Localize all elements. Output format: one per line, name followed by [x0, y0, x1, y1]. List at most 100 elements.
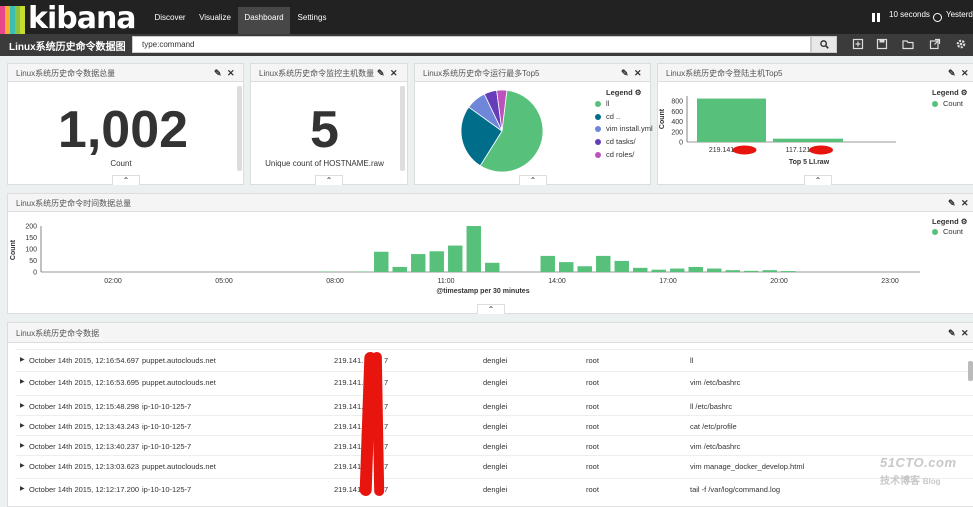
- refresh-interval[interactable]: 10 seconds: [889, 10, 930, 19]
- table-row[interactable]: ▶October 14th 2015, 12:16:54.697puppet.a…: [16, 349, 973, 371]
- new-dashboard-icon[interactable]: [852, 38, 864, 50]
- bar[interactable]: [596, 256, 610, 272]
- bar[interactable]: [633, 268, 647, 272]
- search-input[interactable]: [132, 36, 811, 53]
- panel-header[interactable]: Linux系统历史命令时间数据总量 ✎ ✕: [8, 194, 973, 212]
- expand-caret-icon[interactable]: ▶: [20, 378, 25, 385]
- bar[interactable]: [726, 270, 740, 272]
- bar[interactable]: [652, 270, 666, 272]
- legend-item[interactable]: cd roles/: [595, 150, 634, 159]
- table-row[interactable]: ▶October 14th 2015, 12:13:03.623puppet.a…: [16, 455, 973, 477]
- pause-icon[interactable]: [872, 13, 880, 22]
- bar[interactable]: [578, 266, 592, 272]
- edit-pencil-icon[interactable]: ✎: [948, 68, 956, 79]
- chevron-up-icon[interactable]: ⌃: [519, 175, 547, 185]
- close-icon[interactable]: ✕: [390, 68, 398, 79]
- table-row[interactable]: ▶October 14th 2015, 12:15:48.298ip-10-10…: [16, 395, 973, 417]
- legend-item[interactable]: ll: [595, 99, 609, 108]
- bar[interactable]: [374, 252, 388, 272]
- chevron-up-icon[interactable]: ⌃: [804, 175, 832, 185]
- legend-label: cd ..: [606, 112, 620, 121]
- panel-header[interactable]: Linux系统历史命令登陆主机Top5 ✎ ✕: [658, 64, 973, 82]
- bar[interactable]: [781, 271, 795, 272]
- edit-pencil-icon[interactable]: ✎: [948, 198, 956, 209]
- close-icon[interactable]: ✕: [634, 68, 642, 79]
- expand-caret-icon[interactable]: ▶: [20, 442, 25, 449]
- timeline-bar-chart: 200150100500Count02:0005:0008:0011:0014:…: [8, 214, 938, 299]
- scrollbar[interactable]: [400, 86, 405, 171]
- legend-label: cd roles/: [606, 150, 634, 159]
- x-tick-label: 17:00: [659, 278, 677, 285]
- bar[interactable]: [763, 270, 777, 272]
- bar[interactable]: [670, 269, 684, 272]
- panel-title: Linux系统历史命令数据: [16, 328, 99, 339]
- table-row[interactable]: ▶October 14th 2015, 12:13:40.237ip-10-10…: [16, 435, 973, 457]
- expand-caret-icon[interactable]: ▶: [20, 402, 25, 409]
- cell-user: denglei: [483, 485, 507, 494]
- panel-header[interactable]: Linux系统历史命令监控主机数量 ✎ ✕: [251, 64, 407, 82]
- panel-header[interactable]: Linux系统历史命令运行最多Top5 ✎ ✕: [415, 64, 650, 82]
- cell-ip: 219.141.: [334, 422, 363, 431]
- legend-item[interactable]: Count: [932, 99, 963, 108]
- scrollbar[interactable]: [237, 86, 242, 171]
- panel-header[interactable]: Linux系统历史命令数据总量 ✎ ✕: [8, 64, 243, 82]
- nav-tab-discover[interactable]: Discover: [148, 7, 192, 34]
- legend-item[interactable]: vim install.yml: [595, 124, 653, 133]
- bar[interactable]: [411, 254, 425, 272]
- edit-pencil-icon[interactable]: ✎: [621, 68, 629, 79]
- bar[interactable]: [448, 246, 462, 272]
- expand-caret-icon[interactable]: ▶: [20, 485, 25, 492]
- close-icon[interactable]: ✕: [227, 68, 235, 79]
- chevron-up-icon[interactable]: ⌃: [477, 304, 505, 314]
- bar[interactable]: [773, 139, 843, 142]
- save-icon[interactable]: [876, 38, 888, 50]
- edit-pencil-icon[interactable]: ✎: [377, 68, 385, 79]
- legend-item[interactable]: cd tasks/: [595, 137, 636, 146]
- search-button[interactable]: [811, 36, 837, 53]
- time-range[interactable]: Yesterday: [946, 10, 973, 19]
- table-row[interactable]: ▶October 14th 2015, 12:13:43.243ip-10-10…: [16, 415, 973, 437]
- edit-pencil-icon[interactable]: ✎: [948, 328, 956, 339]
- bar[interactable]: [559, 262, 573, 272]
- clock-icon[interactable]: [933, 13, 942, 22]
- panel-header[interactable]: Linux系统历史命令数据 ✎ ✕: [8, 323, 973, 343]
- bar[interactable]: [430, 251, 444, 272]
- edit-pencil-icon[interactable]: ✎: [214, 68, 222, 79]
- x-tick-label: 23:00: [881, 278, 899, 285]
- bar[interactable]: [541, 256, 555, 272]
- expand-caret-icon[interactable]: ▶: [20, 462, 25, 469]
- close-icon[interactable]: ✕: [961, 328, 969, 339]
- x-tick-label: 02:00: [104, 278, 122, 285]
- legend-label: cd tasks/: [606, 137, 636, 146]
- bar[interactable]: [707, 269, 721, 272]
- scrollbar[interactable]: [968, 361, 973, 381]
- bar[interactable]: [393, 267, 407, 272]
- close-icon[interactable]: ✕: [961, 198, 969, 209]
- bar[interactable]: [697, 99, 766, 142]
- bar[interactable]: [615, 261, 629, 272]
- expand-caret-icon[interactable]: ▶: [20, 422, 25, 429]
- kibana-logo-icon[interactable]: [0, 6, 26, 34]
- bar[interactable]: [744, 271, 758, 272]
- open-folder-icon[interactable]: [902, 38, 914, 50]
- cell-login-user: root: [586, 442, 599, 451]
- expand-caret-icon[interactable]: ▶: [20, 356, 25, 363]
- bar[interactable]: [485, 263, 499, 272]
- share-icon[interactable]: [929, 38, 941, 50]
- kibana-logo-text[interactable]: kibana: [28, 1, 136, 36]
- legend-item[interactable]: cd ..: [595, 112, 620, 121]
- legend-item[interactable]: Count: [932, 227, 963, 236]
- nav-tab-visualize[interactable]: Visualize: [194, 7, 236, 34]
- close-icon[interactable]: ✕: [961, 68, 969, 79]
- cell-login-user: root: [586, 485, 599, 494]
- chevron-up-icon[interactable]: ⌃: [112, 175, 140, 185]
- table-row[interactable]: ▶October 14th 2015, 12:12:17.200ip-10-10…: [16, 478, 973, 500]
- bar[interactable]: [689, 267, 703, 272]
- gear-icon[interactable]: [955, 38, 967, 50]
- nav-tab-dashboard[interactable]: Dashboard: [238, 7, 290, 34]
- table-row[interactable]: ▶October 14th 2015, 12:16:53.695puppet.a…: [16, 371, 973, 393]
- bar[interactable]: [467, 226, 481, 272]
- panel-title: Linux系统历史命令登陆主机Top5: [666, 68, 782, 79]
- chevron-up-icon[interactable]: ⌃: [315, 175, 343, 185]
- nav-tab-settings[interactable]: Settings: [292, 7, 332, 34]
